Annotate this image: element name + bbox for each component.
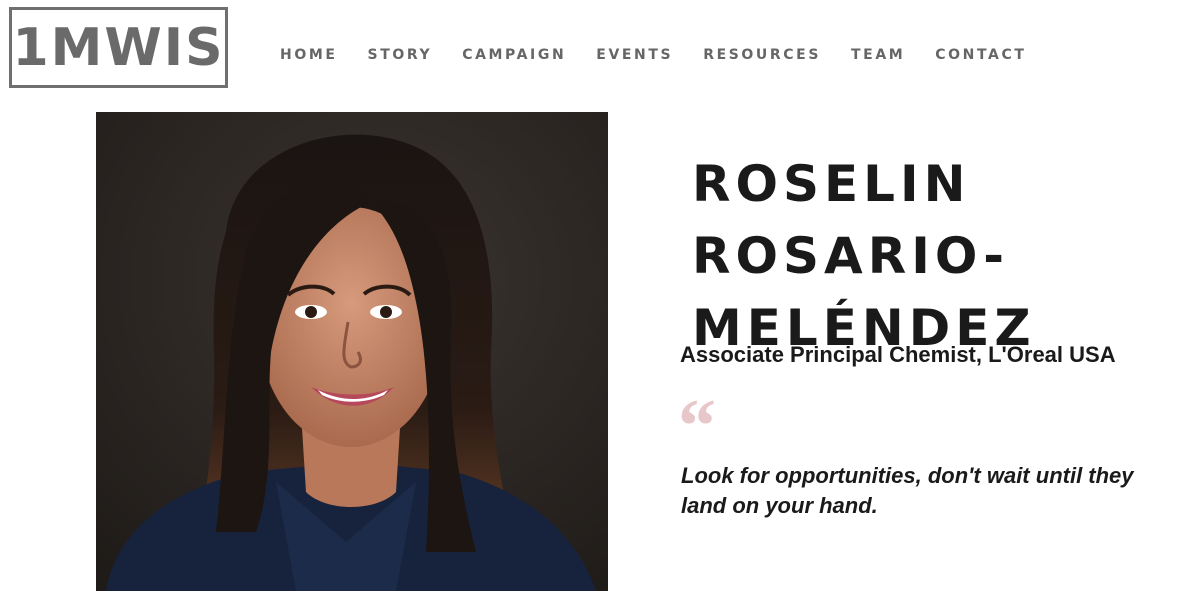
profile-quote: Look for opportunities, don't wait until… (681, 463, 1134, 518)
nav-campaign[interactable]: CAMPAIGN (462, 46, 566, 64)
nav-contact[interactable]: CONTACT (935, 46, 1026, 64)
nav-home[interactable]: HOME (280, 46, 338, 64)
nav-events[interactable]: EVENTS (596, 46, 673, 64)
nav-story[interactable]: STORY (368, 46, 433, 64)
name-line-2: ROSARIO- (692, 227, 1010, 285)
profile-photo (96, 112, 608, 591)
logo-text: 1MWIS (12, 17, 225, 78)
profile-role: Associate Principal Chemist, L'Oreal USA (680, 342, 1116, 367)
site-logo[interactable]: 1MWIS (9, 7, 228, 88)
main-nav: HOME STORY CAMPAIGN EVENTS RESOURCES TEA… (280, 46, 1027, 64)
quote-mark-icon: “ (678, 384, 716, 468)
profile-name: ROSELIN ROSARIO- MELÉNDEZ (692, 148, 1112, 364)
portrait-illustration (96, 112, 608, 591)
name-line-1: ROSELIN (692, 155, 971, 213)
nav-team[interactable]: TEAM (851, 46, 905, 64)
nav-resources[interactable]: RESOURCES (703, 46, 821, 64)
profile-page: 1MWIS HOME STORY CAMPAIGN EVENTS RESOURC… (0, 0, 1200, 597)
